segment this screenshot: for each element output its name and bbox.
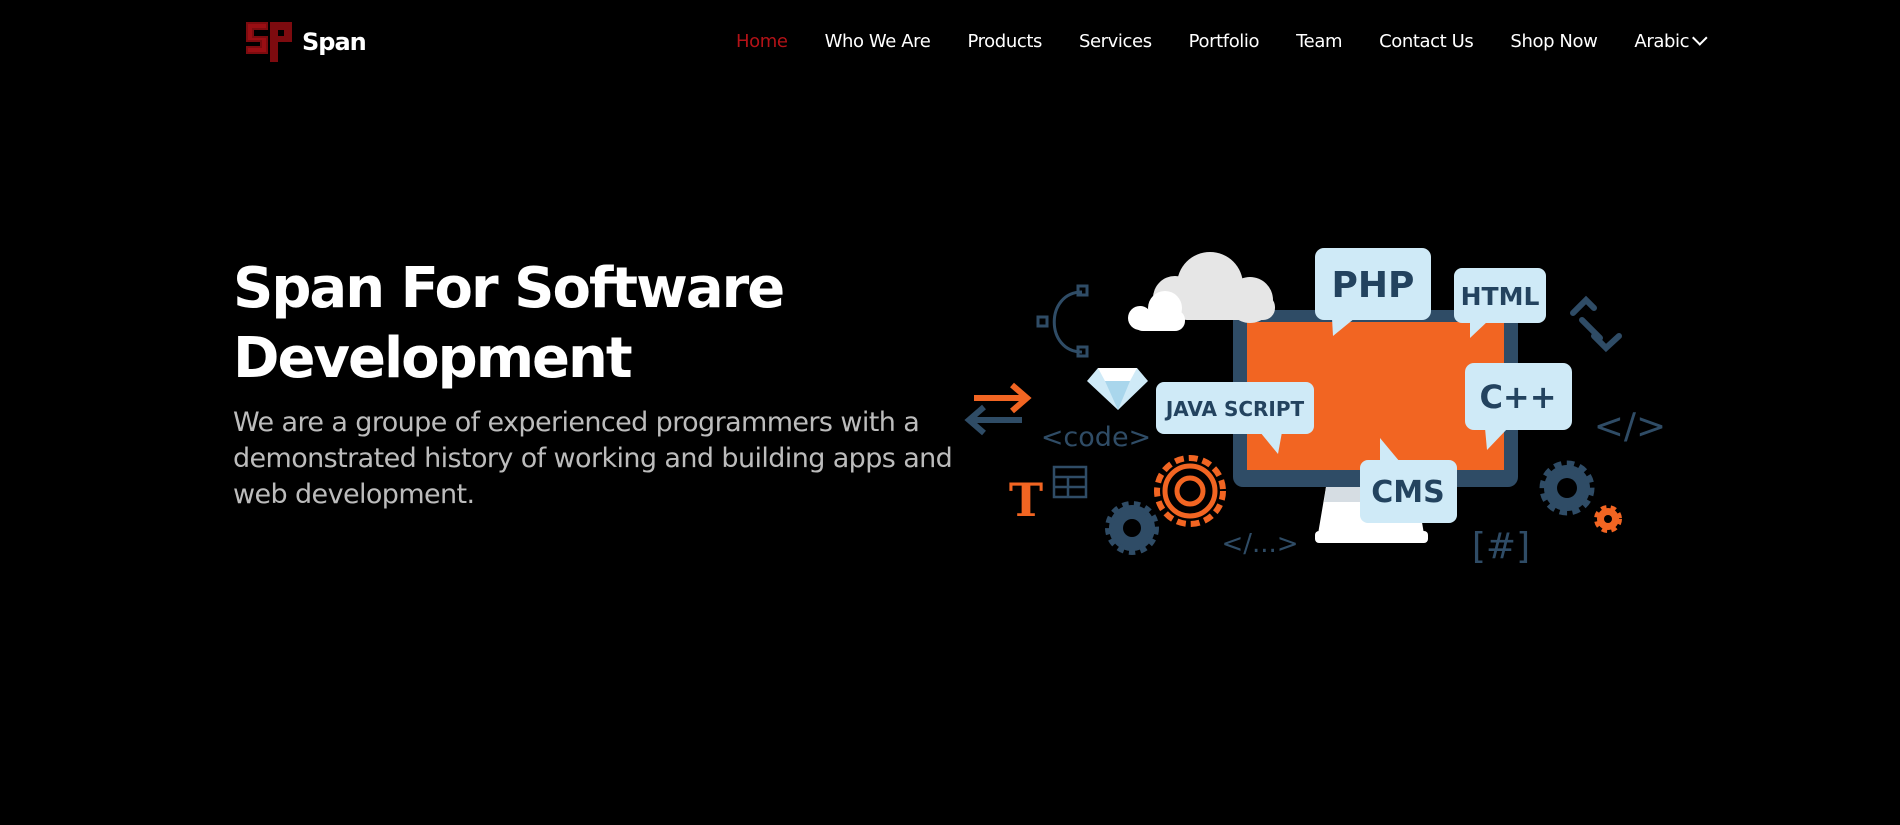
- hero-illustration: PHP HTML JAVA SCRIPT C++ CMS <code> </..…: [964, 248, 1666, 567]
- closing-tag-label: </...>: [1221, 529, 1298, 559]
- gear-icon-small-blue: [1105, 501, 1159, 555]
- nav-portfolio[interactable]: Portfolio: [1189, 31, 1260, 52]
- hero-subtitle: We are a groupe of experienced programme…: [233, 407, 953, 510]
- logo[interactable]: Span: [242, 20, 367, 64]
- php-label: PHP: [1332, 265, 1415, 306]
- chevron-down-icon: [1692, 29, 1708, 46]
- hash-label: [#]: [1472, 526, 1530, 567]
- language-selector[interactable]: Arabic: [1634, 29, 1708, 52]
- slash-tag-label: </>: [1594, 406, 1666, 447]
- nav-contact-us[interactable]: Contact Us: [1379, 31, 1474, 52]
- site-header: Span Home Who We Are Products Services P…: [0, 0, 1900, 80]
- gear-icon-right-orange: [1594, 505, 1622, 533]
- brand-name: Span: [302, 28, 367, 56]
- gear-icon: [1154, 455, 1226, 527]
- cpp-label: C++: [1479, 378, 1556, 416]
- code-tag-label: <code>: [1041, 422, 1151, 453]
- text-tool-label: T: [1009, 473, 1043, 527]
- span-logo-icon: [246, 22, 292, 62]
- nav-products[interactable]: Products: [967, 31, 1042, 52]
- table-icon: [1052, 465, 1088, 499]
- gear-icon-right-blue: [1539, 460, 1595, 516]
- hero-title: Span For Software Development: [233, 256, 785, 391]
- bezier-icon: [1036, 284, 1089, 358]
- swap-arrows-icon: [964, 382, 1032, 436]
- gem-icon: [1087, 368, 1148, 410]
- nav-home[interactable]: Home: [736, 31, 788, 52]
- nav-services[interactable]: Services: [1079, 31, 1152, 52]
- javascript-label: JAVA SCRIPT: [1164, 397, 1305, 421]
- cloud-icon: [1128, 252, 1275, 331]
- html-label: HTML: [1461, 282, 1540, 311]
- nav-who-we-are[interactable]: Who We Are: [825, 31, 931, 52]
- language-label: Arabic: [1634, 30, 1690, 52]
- nav-team[interactable]: Team: [1296, 31, 1342, 52]
- cms-label: CMS: [1371, 475, 1444, 510]
- chain-icon: [1570, 295, 1622, 353]
- nav-shop-now[interactable]: Shop Now: [1510, 31, 1597, 52]
- main-nav: Home Who We Are Products Services Portfo…: [736, 28, 1708, 54]
